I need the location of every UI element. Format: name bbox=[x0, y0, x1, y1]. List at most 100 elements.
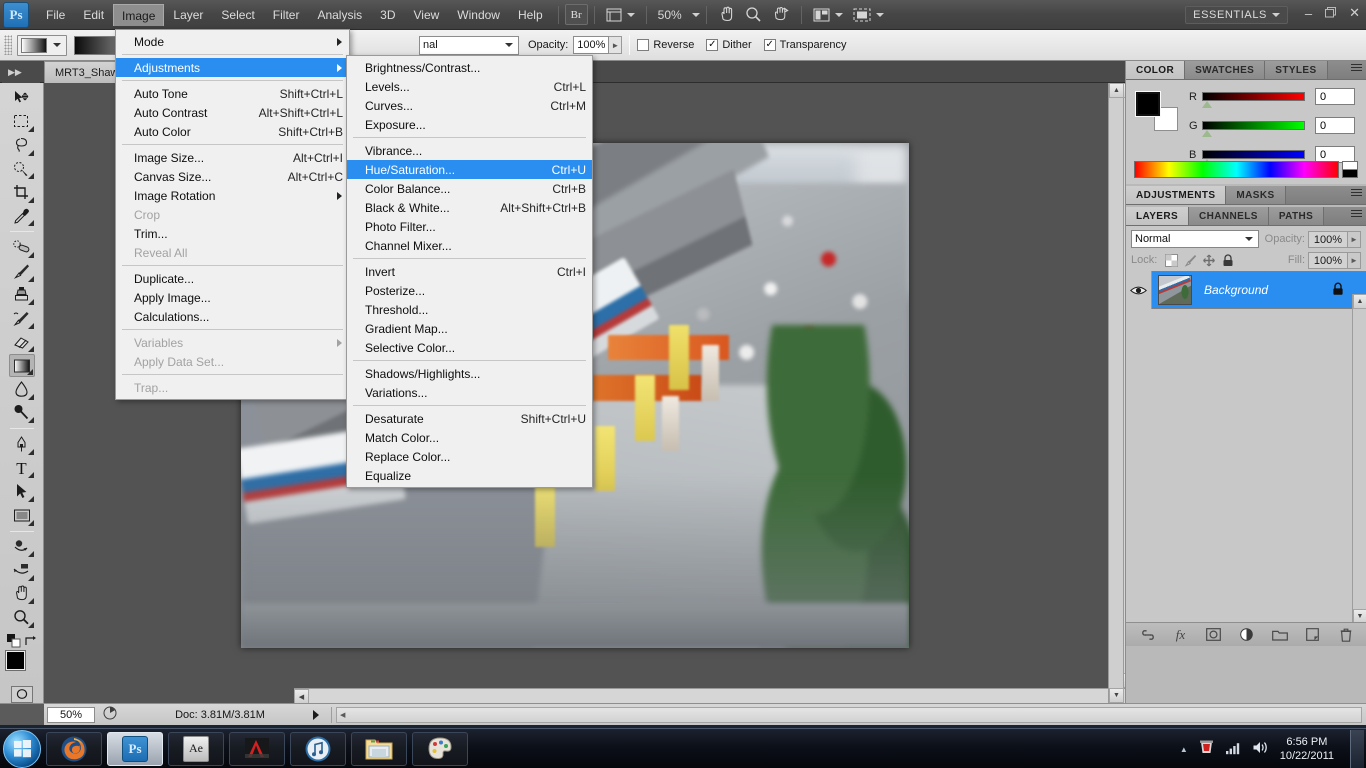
menu-window[interactable]: Window bbox=[448, 4, 509, 26]
menu-item-curves[interactable]: Curves... Ctrl+M bbox=[347, 96, 592, 115]
hand-tool-button[interactable] bbox=[713, 4, 740, 25]
dock-scroll-up-arrow[interactable]: ▲ bbox=[1109, 83, 1124, 98]
color-foreground-swatch[interactable] bbox=[1136, 92, 1160, 116]
rectangular-marquee-tool[interactable] bbox=[9, 111, 35, 134]
menu-item-replace-color[interactable]: Replace Color... bbox=[347, 447, 592, 466]
menu-select[interactable]: Select bbox=[212, 4, 263, 26]
menu-item-hue-saturation[interactable]: Hue/Saturation... Ctrl+U bbox=[347, 160, 592, 179]
layers-opacity-stepper[interactable]: ► bbox=[1348, 231, 1361, 248]
menu-item-duplicate[interactable]: Duplicate... bbox=[116, 269, 349, 288]
move-tool[interactable] bbox=[9, 87, 35, 110]
workspace-switcher[interactable]: ESSENTIALS bbox=[1185, 6, 1288, 24]
quick-mask-toggle[interactable] bbox=[11, 686, 33, 703]
menu-item-canvas-size[interactable]: Canvas Size... Alt+Ctrl+C bbox=[116, 167, 349, 186]
show-hidden-icons-button[interactable]: ▲ bbox=[1180, 745, 1188, 754]
status-info-flyout-arrow[interactable] bbox=[313, 710, 319, 720]
dither-checkbox[interactable]: ✓ Dither bbox=[706, 39, 751, 51]
menu-help[interactable]: Help bbox=[509, 4, 552, 26]
transparency-checkbox[interactable]: ✓ Transparency bbox=[764, 39, 847, 51]
collapse-panels-button[interactable]: ▶▶ bbox=[2, 61, 40, 83]
taskbar-item-itunes[interactable] bbox=[290, 732, 346, 766]
adjustments-panel-menu-icon[interactable] bbox=[1351, 189, 1362, 196]
lock-transparent-pixels-icon[interactable] bbox=[1163, 252, 1179, 268]
menu-view[interactable]: View bbox=[404, 4, 448, 26]
3d-object-rotate-tool[interactable] bbox=[9, 536, 35, 559]
tab-styles[interactable]: STYLES bbox=[1265, 61, 1327, 79]
path-selection-tool[interactable] bbox=[9, 480, 35, 503]
opacity-input[interactable]: 100% bbox=[573, 36, 609, 54]
menu-item-vibrance[interactable]: Vibrance... bbox=[347, 141, 592, 160]
history-brush-tool[interactable] bbox=[9, 307, 35, 330]
channel-thumb-g[interactable] bbox=[1202, 130, 1212, 137]
brush-tool[interactable] bbox=[9, 260, 35, 283]
delete-layer-icon[interactable] bbox=[1338, 627, 1354, 643]
zoom-tool-button[interactable] bbox=[740, 4, 767, 25]
panel-dock-scrollbar[interactable]: ▲ ▼ bbox=[1108, 83, 1124, 703]
lock-position-icon[interactable] bbox=[1201, 252, 1217, 268]
tab-color[interactable]: COLOR bbox=[1126, 61, 1185, 79]
arrange-documents-button[interactable] bbox=[808, 4, 848, 25]
menu-item-channel-mixer[interactable]: Channel Mixer... bbox=[347, 236, 592, 255]
close-button[interactable]: ✕ bbox=[1349, 5, 1360, 21]
status-horizontal-scrollbar[interactable]: ◀ bbox=[336, 707, 1362, 723]
layers-fill-input[interactable]: 100% bbox=[1308, 252, 1348, 269]
rectangle-shape-tool[interactable] bbox=[9, 504, 35, 527]
color-ramp-black-white-swatch[interactable] bbox=[1342, 161, 1358, 178]
menu-item-color-balance[interactable]: Color Balance... Ctrl+B bbox=[347, 179, 592, 198]
blend-mode-select[interactable]: Normal bbox=[1131, 230, 1259, 248]
menu-image[interactable]: Image bbox=[113, 4, 164, 26]
menu-item-threshold[interactable]: Threshold... bbox=[347, 300, 592, 319]
adjustments-submenu[interactable]: Brightness/Contrast... Levels... Ctrl+L … bbox=[346, 55, 593, 488]
start-button[interactable] bbox=[3, 730, 41, 768]
rotate-view-tool-button[interactable] bbox=[767, 4, 795, 25]
scroll-left-arrow[interactable]: ◀ bbox=[294, 689, 309, 703]
color-panel-menu-icon[interactable] bbox=[1351, 64, 1362, 71]
status-scroll-left-arrow[interactable]: ◀ bbox=[340, 711, 345, 719]
menu-item-photo-filter[interactable]: Photo Filter... bbox=[347, 217, 592, 236]
tab-swatches[interactable]: SWATCHES bbox=[1185, 61, 1265, 79]
antivirus-tray-icon[interactable] bbox=[1198, 739, 1215, 759]
image-menu-dropdown[interactable]: Mode Adjustments Auto Tone Shift+Ctrl+L … bbox=[115, 29, 350, 400]
menu-item-trim[interactable]: Trim... bbox=[116, 224, 349, 243]
horizontal-type-tool[interactable]: T bbox=[9, 457, 35, 480]
gradient-preset-picker[interactable] bbox=[17, 35, 67, 56]
layer-visibility-toggle[interactable] bbox=[1126, 271, 1152, 309]
table-row[interactable]: Background bbox=[1126, 271, 1366, 309]
layer-style-fx-icon[interactable]: fx bbox=[1173, 627, 1189, 643]
tab-channels[interactable]: CHANNELS bbox=[1189, 207, 1269, 225]
taskbar-item-autocad[interactable] bbox=[229, 732, 285, 766]
gradient-tool[interactable] bbox=[9, 354, 35, 377]
layers-opacity-input[interactable]: 100% bbox=[1308, 231, 1348, 248]
clock[interactable]: 6:56 PM 10/22/2011 bbox=[1280, 735, 1334, 763]
foreground-background-swatches[interactable] bbox=[5, 650, 39, 680]
menu-item-match-color[interactable]: Match Color... bbox=[347, 428, 592, 447]
status-preview-menu-icon[interactable] bbox=[103, 706, 117, 723]
taskbar-item-photoshop[interactable]: Ps bbox=[107, 732, 163, 766]
channel-slider-b[interactable] bbox=[1202, 150, 1305, 159]
menu-item-adjustments[interactable]: Adjustments bbox=[116, 58, 349, 77]
tab-adjustments[interactable]: ADJUSTMENTS bbox=[1126, 186, 1226, 204]
screen-mode-button[interactable] bbox=[848, 4, 889, 25]
dock-scroll-down-arrow[interactable]: ▼ bbox=[1109, 688, 1124, 703]
taskbar-item-paint[interactable] bbox=[412, 732, 468, 766]
menu-item-apply-image[interactable]: Apply Image... bbox=[116, 288, 349, 307]
menu-edit[interactable]: Edit bbox=[74, 4, 113, 26]
foreground-color-swatch[interactable] bbox=[5, 650, 26, 671]
3d-camera-rotate-tool[interactable] bbox=[9, 559, 35, 582]
tab-paths[interactable]: PATHS bbox=[1269, 207, 1324, 225]
minimize-button[interactable]: – bbox=[1305, 6, 1312, 21]
menu-file[interactable]: File bbox=[37, 4, 74, 26]
channel-value-g[interactable]: 0 bbox=[1315, 117, 1355, 134]
menu-item-equalize[interactable]: Equalize bbox=[347, 466, 592, 485]
menu-item-levels[interactable]: Levels... Ctrl+L bbox=[347, 77, 592, 96]
layers-scroll-up-arrow[interactable]: ▲ bbox=[1353, 294, 1366, 309]
status-zoom-field[interactable]: 50% bbox=[47, 707, 95, 723]
new-group-icon[interactable] bbox=[1272, 627, 1288, 643]
menu-item-brightness-contrast[interactable]: Brightness/Contrast... bbox=[347, 58, 592, 77]
menu-item-invert[interactable]: Invert Ctrl+I bbox=[347, 262, 592, 281]
menu-item-gradient-map[interactable]: Gradient Map... bbox=[347, 319, 592, 338]
dodge-tool[interactable] bbox=[9, 402, 35, 425]
options-bar-grip[interactable] bbox=[4, 35, 12, 55]
layers-panel-menu-icon[interactable] bbox=[1351, 210, 1362, 217]
menu-item-image-rotation[interactable]: Image Rotation bbox=[116, 186, 349, 205]
